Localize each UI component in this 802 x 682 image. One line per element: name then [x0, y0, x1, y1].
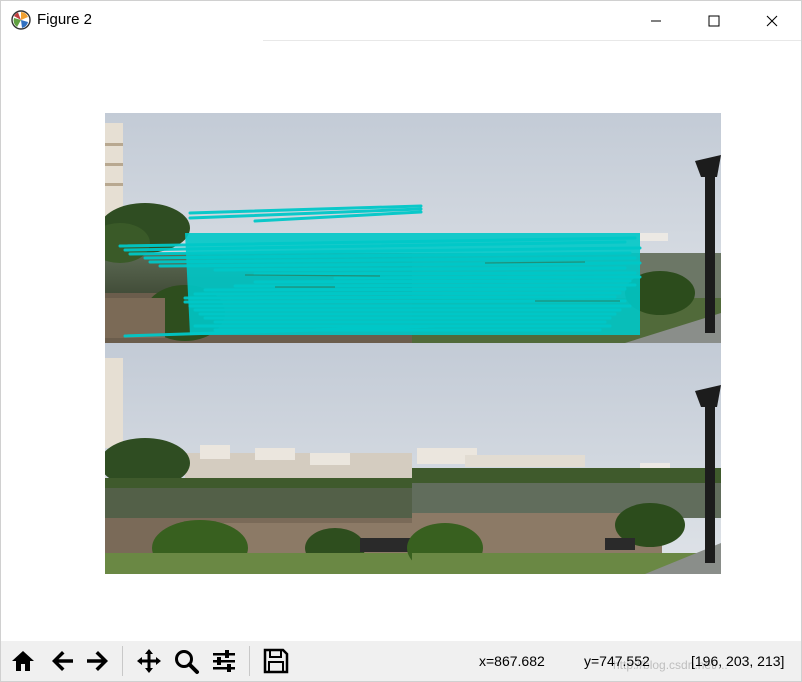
minimize-button[interactable] — [627, 1, 685, 40]
cursor-x-readout: x=867.682 — [479, 653, 545, 669]
close-button[interactable] — [743, 1, 801, 40]
toolbar-separator — [122, 646, 123, 676]
forward-arrow-icon — [87, 651, 108, 671]
minimize-icon — [651, 20, 661, 21]
figure-canvas[interactable] — [1, 41, 801, 641]
close-icon — [766, 15, 778, 26]
matplotlib-logo-icon — [11, 10, 31, 30]
figure-window: Figure 2 http://blog.csdn.net/... x=867.… — [0, 0, 802, 682]
window-title: Figure 2 — [37, 11, 93, 28]
back-arrow-icon — [52, 651, 73, 671]
home-icon — [12, 651, 34, 671]
maximize-button[interactable] — [685, 1, 743, 40]
save-icon — [263, 648, 289, 674]
configure-subplots-icon — [213, 650, 235, 672]
pan-button[interactable] — [132, 644, 166, 678]
pan-icon — [137, 649, 161, 673]
panel-bottom-right — [407, 343, 721, 574]
zoom-icon — [175, 650, 199, 674]
save-button[interactable] — [259, 644, 293, 678]
panel-bottom-left — [105, 343, 412, 574]
back-button[interactable] — [45, 644, 79, 678]
cursor-y-readout: y=747.552 — [584, 653, 650, 669]
feature-match-fill — [185, 233, 640, 335]
toolbar-separator — [249, 646, 250, 676]
home-button[interactable] — [6, 644, 40, 678]
zoom-button[interactable] — [169, 644, 203, 678]
navigation-toolbar: http://blog.csdn.net/... x=867.682 y=747… — [1, 641, 801, 681]
forward-button[interactable] — [81, 644, 115, 678]
configure-subplots-button[interactable] — [207, 644, 241, 678]
title-bar: Figure 2 — [1, 1, 801, 40]
pixel-value-readout: [196, 203, 213] — [691, 653, 785, 669]
image-axes[interactable] — [105, 113, 721, 574]
maximize-icon — [708, 15, 720, 26]
